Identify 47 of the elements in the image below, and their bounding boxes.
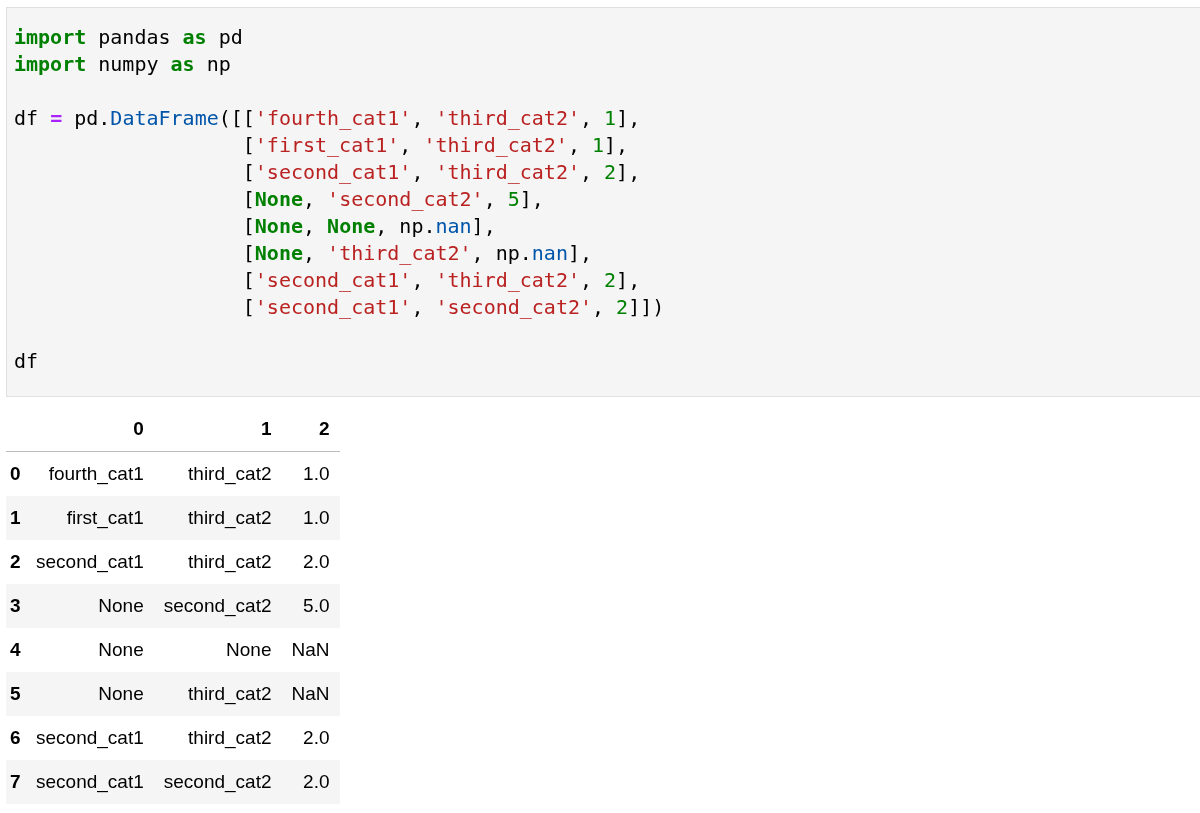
row-index: 7 — [10, 771, 21, 792]
table-cell: NaN — [291, 639, 330, 660]
table-cell: third_cat2 — [188, 507, 272, 528]
table-cell: third_cat2 — [188, 683, 272, 704]
table-cell: second_cat2 — [163, 771, 272, 792]
table-cell: second_cat1 — [36, 727, 144, 748]
table-cell: None — [226, 639, 272, 660]
code-line: import pandas as pd — [14, 24, 243, 51]
table-cell: None — [98, 639, 144, 660]
table-cell: fourth_cat1 — [48, 463, 144, 484]
code-line: ['second_cat1', 'third_cat2', 2], — [241, 267, 641, 294]
code-line: [None, None, np.nan], — [241, 213, 496, 240]
code-line: df = pd.DataFrame([['fourth_cat1', 'third_cat2', 1], — [14, 105, 641, 132]
row-index: 3 — [10, 595, 21, 616]
column-header: 2 — [318, 418, 330, 439]
column-header: 0 — [133, 418, 144, 439]
table-cell: 1.0 — [303, 463, 330, 484]
row-index: 4 — [10, 639, 21, 660]
table-cell: second_cat1 — [36, 551, 144, 572]
table-cell: 5.0 — [303, 595, 330, 616]
table-cell: third_cat2 — [188, 463, 272, 484]
code-line: df — [14, 348, 39, 375]
table-cell: 2.0 — [303, 551, 330, 572]
table-cell: 1.0 — [303, 507, 330, 528]
table-cell: third_cat2 — [188, 727, 272, 748]
code-line: ['first_cat1', 'third_cat2', 1], — [241, 132, 629, 159]
row-index: 6 — [10, 727, 21, 748]
code-line: [None, 'third_cat2', np.nan], — [241, 240, 593, 267]
column-header: 1 — [260, 418, 272, 439]
row-index: 2 — [10, 551, 21, 572]
code-line: [None, 'second_cat2', 5], — [241, 186, 544, 213]
table-cell: 2.0 — [303, 771, 330, 792]
row-index: 0 — [10, 463, 21, 484]
table-cell: second_cat1 — [36, 771, 144, 792]
code-line: import numpy as np — [14, 51, 231, 78]
row-index: 5 — [10, 683, 21, 704]
table-cell: None — [98, 683, 144, 704]
table-cell: None — [98, 595, 144, 616]
table-cell: NaN — [291, 683, 330, 704]
table-cell: third_cat2 — [188, 551, 272, 572]
row-index: 1 — [10, 507, 21, 528]
table-cell: first_cat1 — [66, 507, 144, 528]
code-line: ['second_cat1', 'third_cat2', 2], — [241, 159, 641, 186]
code-cell[interactable] — [6, 7, 1200, 397]
table-cell: 2.0 — [303, 727, 330, 748]
table-cell: second_cat2 — [163, 595, 272, 616]
code-line: ['second_cat1', 'second_cat2', 2]]) — [241, 294, 665, 321]
